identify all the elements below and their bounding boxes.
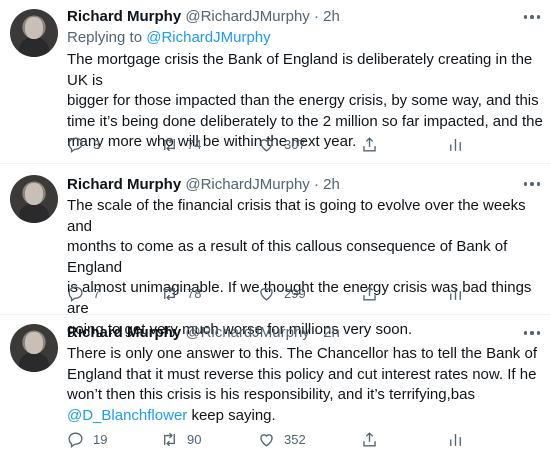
like-count: 352 (284, 431, 306, 447)
replying-to: Replying to @RichardJMurphy (67, 28, 271, 48)
avatar[interactable] (10, 324, 58, 372)
avatar[interactable] (10, 175, 58, 223)
tweet-text-line: @D_Blanchflower keep saying. (67, 406, 545, 427)
tweet-text-line: won’t then this crisis is his responsibi… (67, 386, 475, 404)
tweet-text-line: England that it must reverse this policy… (67, 365, 537, 383)
tweet-actions: 19 90 352 (0, 429, 550, 449)
reply-count: 7 (93, 285, 101, 301)
analytics-button[interactable] (446, 429, 465, 449)
analytics-icon (450, 433, 461, 446)
more-icon[interactable] (522, 176, 542, 192)
like-button[interactable]: 352 (257, 429, 306, 449)
like-button[interactable]: 299 (257, 283, 306, 303)
retweet-count: 74 (187, 136, 202, 152)
retweet-button[interactable]: 78 (160, 283, 201, 303)
tweet-actions: 7 78 299 (0, 283, 550, 303)
mention-link[interactable]: @D_Blanchflower (67, 407, 187, 424)
analytics-button[interactable] (446, 283, 465, 303)
avatar[interactable] (10, 9, 58, 57)
heart-icon (260, 433, 273, 447)
author-handle[interactable]: @RichardJMurphy (185, 324, 309, 341)
author-handle[interactable]: @RichardJMurphy (185, 8, 309, 25)
analytics-icon (450, 138, 461, 151)
share-icon (363, 285, 376, 301)
tweet-text-line: months to come as a result of this callo… (67, 238, 508, 276)
analytics-button[interactable] (446, 134, 465, 154)
tweet-text-line: The mortgage crisis the Bank of England … (67, 51, 533, 89)
share-button[interactable] (360, 429, 379, 449)
tweet-time[interactable]: · 2h (314, 8, 340, 25)
tweet-text-line: bigger for those impacted than the energ… (67, 92, 539, 110)
author-handle[interactable]: @RichardJMurphy (185, 176, 309, 193)
more-icon[interactable] (522, 325, 542, 341)
author-name[interactable]: Richard Murphy (67, 176, 181, 193)
retweet-icon (164, 137, 175, 151)
reply-button[interactable]: 7 (66, 283, 100, 303)
reply-count: 19 (93, 431, 108, 447)
retweet-icon (164, 432, 175, 446)
tweet-time[interactable]: · 2h (314, 324, 340, 341)
tweet-header: Richard Murphy @RichardJMurphy · 2h (67, 323, 340, 343)
replying-to-link[interactable]: @RichardJMurphy (146, 29, 270, 46)
tweet-header: Richard Murphy @RichardJMurphy · 2h (67, 7, 340, 27)
retweet-button[interactable]: 90 (160, 429, 201, 449)
reply-icon (68, 431, 83, 448)
tweet[interactable]: Richard Murphy @RichardJMurphy · 2h Ther… (0, 315, 550, 453)
reply-button[interactable]: 3 (66, 134, 100, 154)
heart-icon (260, 287, 273, 301)
retweet-count: 78 (187, 285, 202, 301)
tweet-text-line: There is only one answer to this. The Ch… (67, 345, 537, 362)
tweet-text: There is only one answer to this. The Ch… (67, 344, 545, 426)
like-count: 299 (284, 285, 306, 301)
reply-icon (68, 136, 83, 153)
more-icon[interactable] (522, 9, 542, 25)
share-button[interactable] (360, 134, 379, 154)
reply-button[interactable]: 19 (66, 429, 107, 449)
heart-icon (260, 138, 273, 152)
tweet[interactable]: Richard Murphy @RichardJMurphy · 2h The … (0, 164, 550, 338)
tweet-time[interactable]: · 2h (314, 176, 340, 193)
tweet-text-line: time it’s being done deliberately to the… (67, 112, 543, 130)
author-name[interactable]: Richard Murphy (67, 8, 181, 25)
like-count: 307 (284, 136, 306, 152)
share-icon (363, 136, 376, 152)
share-button[interactable] (360, 283, 379, 303)
tweet[interactable]: Richard Murphy @RichardJMurphy · 2h Repl… (0, 0, 550, 163)
author-name[interactable]: Richard Murphy (67, 324, 181, 341)
replying-to-label: Replying to (67, 29, 143, 46)
tweet-actions: 3 74 307 (0, 134, 550, 154)
analytics-icon (450, 287, 461, 300)
retweet-button[interactable]: 74 (160, 134, 201, 154)
tweet-header: Richard Murphy @RichardJMurphy · 2h (67, 175, 340, 195)
tweet-text-tail: keep saying. (187, 406, 276, 424)
reply-icon (68, 285, 83, 302)
tweet-text-line: The scale of the financial crisis that i… (67, 197, 526, 235)
retweet-icon (164, 286, 175, 300)
like-button[interactable]: 307 (257, 134, 306, 154)
share-icon (363, 431, 376, 447)
reply-count: 3 (93, 136, 101, 152)
retweet-count: 90 (187, 431, 202, 447)
